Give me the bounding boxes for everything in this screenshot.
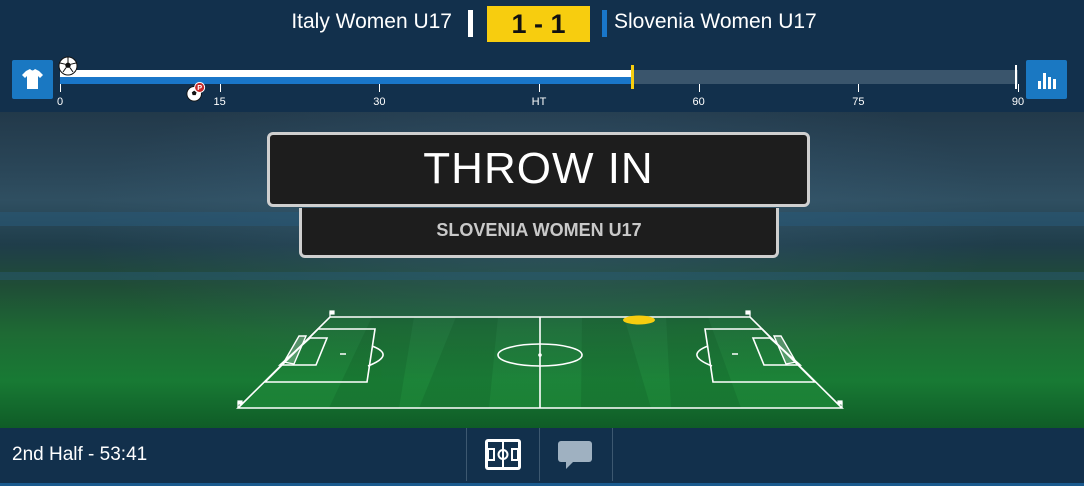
pitch-view-button[interactable] xyxy=(467,428,539,481)
current-time-marker xyxy=(630,65,634,89)
timeline-tick-label: 15 xyxy=(213,96,226,108)
commentary-button[interactable] xyxy=(539,428,611,481)
stats-button[interactable] xyxy=(1026,60,1067,99)
center-spot xyxy=(538,353,542,357)
stats-bars-icon xyxy=(1038,73,1056,89)
home-team-color-bar xyxy=(468,10,473,37)
lineups-button[interactable] xyxy=(12,60,53,99)
tracker-footer: 2nd Half - 53:41 xyxy=(0,428,1084,483)
timeline-tick-label: 0 xyxy=(56,96,64,108)
scoreboard-header: Italy Women U17 1 - 1 Slovenia Women U17 xyxy=(0,0,1084,48)
throw-in-position-marker xyxy=(623,315,655,325)
event-team: SLOVENIA WOMEN U17 xyxy=(299,208,779,258)
timeline-tick-mark xyxy=(379,84,381,92)
timeline-tick-mark xyxy=(219,84,221,92)
timeline-tick-label: 60 xyxy=(692,96,705,108)
timeline-progress-home xyxy=(60,70,632,77)
pitch-icon xyxy=(485,439,521,470)
match-timeline: 0 15 30 HT 60 75 90 P xyxy=(0,48,1084,112)
jersey-icon xyxy=(22,69,43,89)
match-clock: 2nd Half - 53:41 xyxy=(12,444,148,465)
timeline-progress-away xyxy=(60,77,632,84)
chat-bubble-icon xyxy=(558,441,592,469)
timeline-tick-mark xyxy=(698,84,700,92)
footer-divider xyxy=(612,428,613,481)
penalty-ball-icon[interactable]: P xyxy=(186,82,206,102)
match-tracker-stage: THROW IN SLOVENIA WOMEN U17 xyxy=(0,112,1084,428)
score-badge: 1 - 1 xyxy=(487,6,590,42)
full-time-tick xyxy=(1015,65,1017,89)
timeline-tick-mark xyxy=(539,84,540,92)
timeline-tick-label: 75 xyxy=(852,96,865,108)
event-title: THROW IN xyxy=(423,144,654,193)
away-team-name: Slovenia Women U17 xyxy=(614,10,817,33)
timeline-tick-label: HT xyxy=(531,96,547,108)
timeline-tick-mark xyxy=(1018,84,1019,92)
home-team-name: Italy Women U17 xyxy=(291,10,452,33)
timeline-tick-label: 90 xyxy=(1011,96,1025,108)
timeline-tick-mark xyxy=(858,84,860,92)
away-team-color-bar xyxy=(602,10,607,37)
timeline-tick-label: 30 xyxy=(373,96,386,108)
timeline-tick-mark xyxy=(60,84,61,92)
soccer-ball-icon[interactable] xyxy=(58,56,78,76)
event-banner: THROW IN xyxy=(267,132,810,207)
penalty-badge: P xyxy=(197,83,202,92)
